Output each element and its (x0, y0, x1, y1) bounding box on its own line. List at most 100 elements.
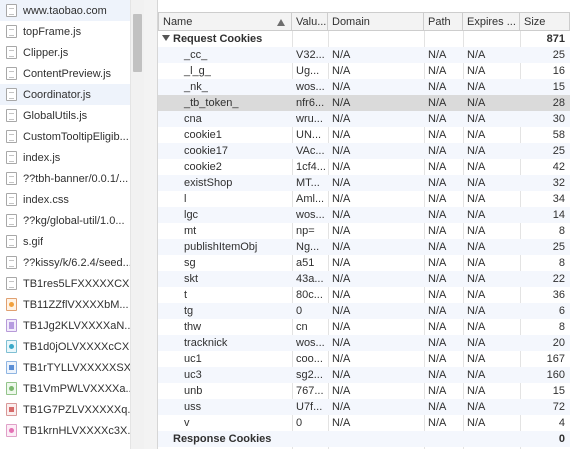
document-icon (6, 235, 17, 248)
request-item[interactable]: TB1VmPWLVXXXXa... (0, 378, 130, 399)
request-item[interactable]: GlobalUtils.js (0, 105, 130, 126)
request-item[interactable]: CustomTooltipEligib... (0, 126, 130, 147)
cookie-value-cell: cn (296, 321, 308, 333)
cookie-path-cell: N/A (428, 65, 447, 77)
request-item[interactable]: topFrame.js (0, 21, 130, 42)
cookie-row[interactable]: cookie1 UN... N/A N/A N/A 58 (158, 127, 570, 143)
request-item[interactable]: ContentPreview.js (0, 63, 130, 84)
request-item[interactable]: TB1d0jOLVXXXXcCX... (0, 336, 130, 357)
cookie-path-cell: N/A (428, 193, 447, 205)
request-item-name: TB1rTYLLVXXXXXSX... (23, 361, 130, 374)
cookie-expires-cell: N/A (467, 145, 486, 157)
request-item[interactable]: TB11ZZflVXXXXbM... (0, 294, 130, 315)
column-header-expires[interactable]: Expires ... (463, 12, 520, 31)
cookie-size-cell: 25 (552, 49, 565, 61)
request-item[interactable]: TB1krnHLVXXXXc3X... (0, 420, 130, 441)
request-item[interactable]: TB1rTYLLVXXXXXSX... (0, 357, 130, 378)
request-item[interactable]: Coordinator.js (0, 84, 130, 105)
cookie-row[interactable]: l Aml... N/A N/A N/A 34 (158, 191, 570, 207)
scrollbar-thumb[interactable] (133, 14, 142, 72)
cookie-row[interactable]: mt np= N/A N/A N/A 8 (158, 223, 570, 239)
cookie-expires-cell: N/A (467, 289, 486, 301)
request-item-name: TB1res5LFXXXXXCX... (23, 277, 130, 290)
request-item[interactable]: index.css (0, 189, 130, 210)
expand-triangle-icon[interactable] (162, 35, 170, 41)
cookie-name-cell: skt (184, 273, 199, 285)
request-list-scrollbar[interactable] (130, 0, 144, 449)
request-item[interactable]: ??kg/global-util/1.0... (0, 210, 130, 231)
request-item[interactable]: ??kissy/k/6.2.4/seed... (0, 252, 130, 273)
cookie-row[interactable]: thw cn N/A N/A N/A 8 (158, 319, 570, 335)
cookie-row[interactable]: uc1 coo... N/A N/A N/A 167 (158, 351, 570, 367)
document-icon (6, 88, 17, 101)
cookie-domain-cell: N/A (332, 273, 351, 285)
cookie-domain-cell: N/A (332, 241, 351, 253)
cookie-row[interactable]: sg a51 N/A N/A N/A 8 (158, 255, 570, 271)
column-header-domain[interactable]: Domain (328, 12, 424, 31)
cookie-value-cell: 43a... (296, 273, 324, 285)
document-icon (6, 277, 17, 290)
cookie-row[interactable]: unb 767... N/A N/A N/A 15 (158, 383, 570, 399)
column-header-value[interactable]: Valu... (292, 12, 328, 31)
request-item-name: index.js (23, 151, 61, 164)
cookie-value-cell: Ng... (296, 241, 320, 253)
column-header-size[interactable]: Size (520, 12, 570, 31)
column-header-path[interactable]: Path (424, 12, 463, 31)
image-purple-icon (6, 319, 17, 332)
request-item[interactable]: TB1G7PZLVXXXXXq... (0, 399, 130, 420)
request-item[interactable]: www.taobao.com (0, 0, 130, 21)
request-item[interactable]: s.gif (0, 231, 130, 252)
cookie-size-cell: 8 (558, 225, 565, 237)
request-item[interactable]: TB1res5LFXXXXXCX... (0, 273, 130, 294)
column-header-domain-label: Domain (332, 16, 370, 28)
cookie-row[interactable]: _tb_token_ nfr6... N/A N/A N/A 28 (158, 95, 570, 111)
cookie-expires-cell: N/A (467, 385, 486, 397)
request-item[interactable]: Clipper.js (0, 42, 130, 63)
cookie-size-cell: 15 (552, 385, 565, 397)
request-item-name: ContentPreview.js (23, 67, 112, 80)
cookie-row[interactable]: cna wru... N/A N/A N/A 30 (158, 111, 570, 127)
cookie-row[interactable]: skt 43a... N/A N/A N/A 22 (158, 271, 570, 287)
cookie-row[interactable]: uss U7f... N/A N/A N/A 72 (158, 399, 570, 415)
cookie-row[interactable]: lgc wos... N/A N/A N/A 14 (158, 207, 570, 223)
cookie-row[interactable]: uc3 sg2... N/A N/A N/A 160 (158, 367, 570, 383)
column-header-name[interactable]: Name (158, 12, 292, 31)
cookie-row[interactable]: tracknick wos... N/A N/A N/A 20 (158, 335, 570, 351)
cookie-path-cell: N/A (428, 401, 447, 413)
cookie-domain-cell: N/A (332, 81, 351, 93)
image-cyan-icon (6, 340, 17, 353)
cookie-row[interactable]: publishItemObj Ng... N/A N/A N/A 25 (158, 239, 570, 255)
request-item[interactable]: ??tbh-banner/0.0.1/... (0, 168, 130, 189)
cookie-name-cell: _nk_ (184, 81, 208, 93)
panel-divider[interactable] (144, 0, 158, 449)
cookie-row[interactable]: cookie2 1cf4... N/A N/A N/A 42 (158, 159, 570, 175)
cookie-size-cell: 34 (552, 193, 565, 205)
cookie-row[interactable]: tg 0 N/A N/A N/A 6 (158, 303, 570, 319)
cookie-row[interactable]: cookie17 VAc... N/A N/A N/A 25 (158, 143, 570, 159)
cookie-row[interactable]: v 0 N/A N/A N/A 4 (158, 415, 570, 431)
cookie-domain-cell: N/A (332, 193, 351, 205)
request-item[interactable]: TB1Jg2KLVXXXXaN... (0, 315, 130, 336)
document-icon (6, 256, 17, 269)
cookie-row[interactable]: existShop MT... N/A N/A N/A 32 (158, 175, 570, 191)
cookie-row[interactable]: _nk_ wos... N/A N/A N/A 15 (158, 79, 570, 95)
cookie-domain-cell: N/A (332, 417, 351, 429)
request-cookies-group[interactable]: Request Cookies 871 (158, 31, 570, 47)
response-cookies-group[interactable]: Response Cookies 0 (158, 431, 570, 447)
cookie-name-cell: v (184, 417, 190, 429)
request-item[interactable]: index.js (0, 147, 130, 168)
request-item-name: s.gif (23, 235, 44, 248)
cookie-row[interactable]: _l_g_ Ug... N/A N/A N/A 16 (158, 63, 570, 79)
cookie-expires-cell: N/A (467, 49, 486, 61)
cookie-value-cell: VAc... (296, 145, 325, 157)
cookie-row[interactable]: _cc_ V32... N/A N/A N/A 25 (158, 47, 570, 63)
request-item-name: TB11ZZflVXXXXbM... (23, 298, 129, 311)
cookie-name-cell: cookie1 (184, 129, 222, 141)
request-item-name: Coordinator.js (23, 88, 91, 101)
cookie-path-cell: N/A (428, 369, 447, 381)
image-orange-icon (6, 298, 17, 311)
cookie-value-cell: 0 (296, 417, 303, 429)
cookie-row[interactable]: t 80c... N/A N/A N/A 36 (158, 287, 570, 303)
cookie-name-cell: l (184, 193, 187, 205)
cookie-name-cell: cookie17 (184, 145, 229, 157)
